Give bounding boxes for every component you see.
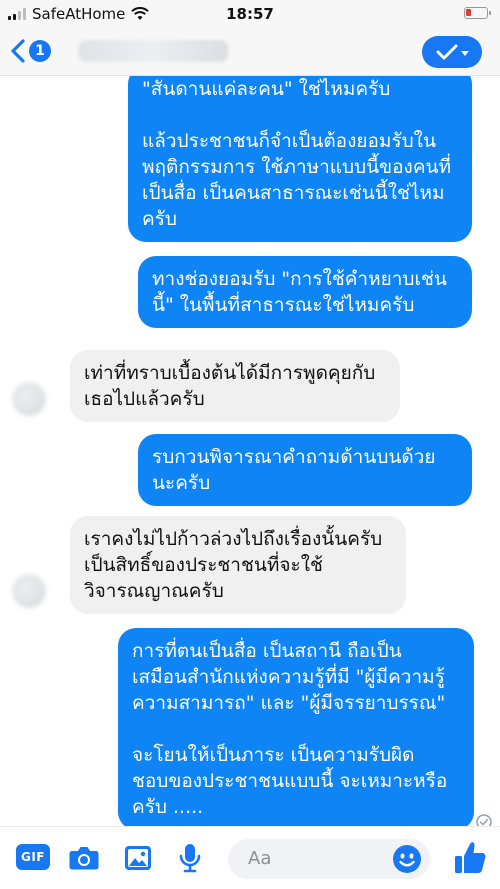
message-bubble-incoming[interactable]: เท่าที่ทราบเบื้องต้นได้มีการพูดคุยกับ เธ… [70,350,400,422]
emoji-icon[interactable] [392,844,422,874]
conversation-header: 1 [0,28,500,76]
message-input[interactable]: Aa [228,839,430,879]
message-bubble-outgoing[interactable]: "สันดานแค่ละคน" ใช่ไหมครับ แล้วประชาชนก็… [128,76,472,242]
avatar[interactable] [12,382,46,416]
conversation-actions-button[interactable] [422,36,482,68]
back-button[interactable]: 1 [10,38,51,64]
composer-bar: GIF Aa [0,826,500,889]
microphone-icon[interactable] [178,842,202,874]
message-bubble-outgoing[interactable]: ทางช่องยอมรับ "การใช้คำหยาบเช่น นี้" ในพ… [138,256,472,328]
message-thread[interactable]: "สันดานแค่ละคน" ใช่ไหมครับ แล้วประชาชนก็… [0,76,500,826]
unread-count-badge: 1 [29,40,51,62]
message-input-placeholder: Aa [248,848,272,869]
contact-name-redacted[interactable] [78,40,228,62]
status-time: 18:57 [226,5,274,23]
seen-check-icon [476,814,492,826]
camera-icon[interactable] [68,844,100,872]
check-icon [436,44,457,60]
gif-icon: GIF [20,850,45,864]
like-icon[interactable] [453,840,487,876]
gif-button[interactable]: GIF [16,844,50,870]
message-bubble-outgoing[interactable]: รบกวนพิจารณาคำถามด้านบนด้วย นะครับ [138,434,472,506]
chevron-down-icon [460,50,469,56]
status-bar: SafeAtHome 18:57 [0,0,500,28]
back-chevron-icon [11,39,25,63]
message-bubble-outgoing[interactable]: การที่ตนเป็นสื่อ เป็นสถานี ถือเป็น เสมือ… [118,628,474,826]
avatar[interactable] [12,574,46,608]
photo-icon[interactable] [123,844,153,872]
message-bubble-incoming[interactable]: เราคงไม่ไปก้าวล่วงไปถึงเรื่องนั้นครับ เป… [70,516,406,614]
battery-icon [464,7,491,19]
